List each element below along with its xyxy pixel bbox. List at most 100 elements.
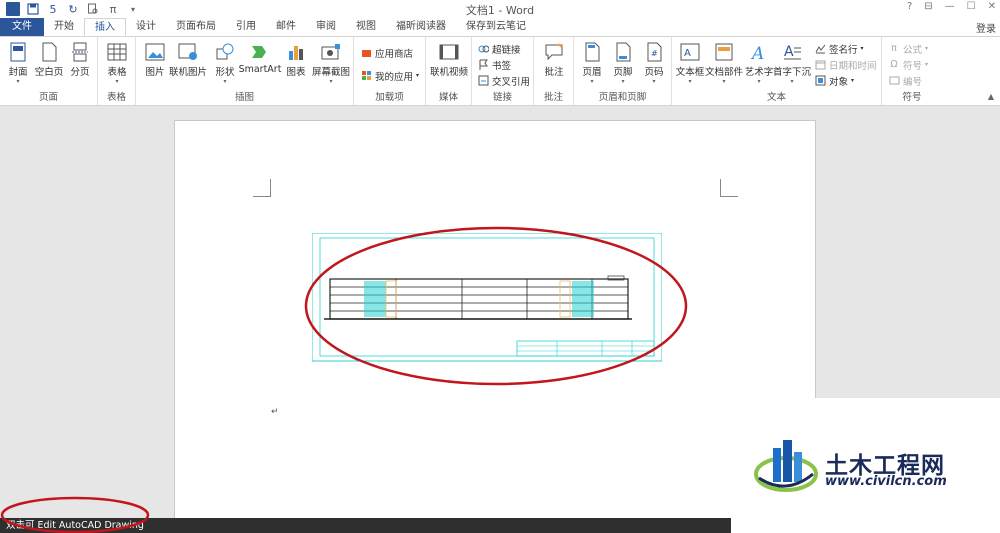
bookmark-icon xyxy=(477,59,489,71)
ribbon: 封面 ▾ 空白页 分页 页面 表格 ▾ 表格 图片 联机图片 形状 ▾ Smar… xyxy=(0,36,1000,106)
online-video-button[interactable]: 联机视频 xyxy=(430,41,468,78)
shapes-button[interactable]: 形状 ▾ xyxy=(210,41,240,85)
calendar-icon xyxy=(814,59,826,71)
word-logo-icon: W xyxy=(6,2,20,16)
date-time-button[interactable]: 日期和时间 xyxy=(814,57,877,72)
cross-reference-icon xyxy=(477,75,489,87)
bookmark-button[interactable]: 书签 xyxy=(477,57,511,72)
online-picture-button[interactable]: 联机图片 xyxy=(169,41,207,78)
group-addins: 应用商店 我的应用 ▾ 加载项 xyxy=(354,37,426,105)
print-preview-icon[interactable] xyxy=(86,2,100,16)
textbox-icon: A xyxy=(680,41,700,63)
omega-icon: Ω xyxy=(890,59,898,70)
ribbon-display-button[interactable]: ⊟ xyxy=(924,1,932,12)
header-icon xyxy=(582,41,602,63)
tab-insert[interactable]: 插入 xyxy=(84,18,126,36)
group-pages: 封面 ▾ 空白页 分页 页面 xyxy=(0,37,98,105)
smartart-button[interactable]: SmartArt xyxy=(239,41,281,75)
svg-text:A: A xyxy=(684,48,691,59)
app-store-button[interactable]: 应用商店 xyxy=(360,45,413,60)
paragraph-mark: ↵ xyxy=(271,407,279,417)
tab-foxit-reader[interactable]: 福昕阅读器 xyxy=(386,18,456,36)
footer-icon xyxy=(613,41,633,63)
my-apps-button[interactable]: 我的应用 ▾ xyxy=(360,68,419,83)
tab-view[interactable]: 视图 xyxy=(346,18,386,36)
tab-save-cloud-note[interactable]: 保存到云笔记 xyxy=(456,18,536,36)
tab-review[interactable]: 审阅 xyxy=(306,18,346,36)
page-break-button[interactable]: 分页 xyxy=(65,41,95,78)
tab-layout[interactable]: 页面布局 xyxy=(166,18,226,36)
quick-access-toolbar: W 5 ↻ π ▾ xyxy=(0,2,140,16)
screenshot-button[interactable]: 屏幕截图 ▾ xyxy=(312,41,350,85)
group-label-links: 链接 xyxy=(492,92,512,103)
smartart-icon xyxy=(250,41,270,63)
collapse-ribbon-icon[interactable]: ▲ xyxy=(988,92,994,101)
footer-button[interactable]: 页脚 ▾ xyxy=(608,41,638,85)
save-icon[interactable] xyxy=(26,2,40,16)
close-button[interactable]: ✕ xyxy=(988,1,996,12)
page-number-button[interactable]: # 页码 ▾ xyxy=(639,41,669,85)
tab-references[interactable]: 引用 xyxy=(226,18,266,36)
watermark-url: www.civilcn.com xyxy=(825,474,947,489)
cover-page-button[interactable]: 封面 ▾ xyxy=(3,41,33,85)
chart-button[interactable]: 图表 xyxy=(281,41,311,78)
customize-icon[interactable]: ▾ xyxy=(126,2,140,16)
equation-icon[interactable]: π xyxy=(106,2,120,16)
chart-icon xyxy=(286,41,306,63)
blank-page-button[interactable]: 空白页 xyxy=(34,41,64,78)
group-tables: 表格 ▾ 表格 xyxy=(98,37,136,105)
object-button[interactable]: 对象 ▾ xyxy=(814,73,854,88)
group-text: A 文本框 ▾ 文档部件 ▾ A 艺术字 ▾ A 首字下沉 ▾ 签名行 ▾ 日期… xyxy=(672,37,882,105)
equation-button[interactable]: π 公式 ▾ xyxy=(888,41,928,56)
picture-button[interactable]: 图片 xyxy=(140,41,170,78)
margin-corner-top-left xyxy=(253,179,271,197)
shapes-icon xyxy=(215,41,235,63)
video-icon xyxy=(439,41,459,63)
group-label-comments: 批注 xyxy=(543,92,563,103)
group-label-pages: 页面 xyxy=(38,92,58,103)
civilcn-logo-icon xyxy=(754,440,818,492)
comment-icon xyxy=(544,41,564,63)
tab-file[interactable]: 文件 xyxy=(0,18,44,36)
hyperlink-icon xyxy=(477,43,489,55)
window-controls: ? ⊟ — ☐ ✕ xyxy=(907,1,996,12)
table-button[interactable]: 表格 ▾ xyxy=(102,41,132,85)
table-icon xyxy=(107,41,127,63)
group-label-tables: 表格 xyxy=(106,92,126,103)
screenshot-icon xyxy=(321,41,341,63)
title-bar: W 5 ↻ π ▾ 文档1 - Word ? ⊟ — ☐ ✕ xyxy=(0,0,1000,18)
undo-icon[interactable]: 5 xyxy=(46,2,60,16)
document-page[interactable]: ↵ xyxy=(174,120,816,520)
tab-mailings[interactable]: 邮件 xyxy=(266,18,306,36)
online-picture-icon xyxy=(178,41,198,63)
ribbon-tabs: 文件 开始 插入 设计 页面布局 引用 邮件 审阅 视图 福昕阅读器 保存到云笔… xyxy=(0,18,1000,36)
login-link[interactable]: 登录 xyxy=(976,20,996,35)
store-icon xyxy=(360,47,372,59)
hyperlink-button[interactable]: 超链接 xyxy=(477,41,521,56)
number-button[interactable]: 编号 xyxy=(888,73,922,88)
redo-icon[interactable]: ↻ xyxy=(66,2,80,16)
symbol-button[interactable]: Ω 符号 ▾ xyxy=(888,57,928,72)
cover-page-icon xyxy=(8,41,28,63)
number-icon xyxy=(888,75,900,87)
help-button[interactable]: ? xyxy=(907,1,912,12)
tab-design[interactable]: 设计 xyxy=(126,18,166,36)
minimize-button[interactable]: — xyxy=(945,1,955,12)
group-header-footer: 页眉 ▾ 页脚 ▾ # 页码 ▾ 页眉和页脚 xyxy=(574,37,672,105)
quick-parts-button[interactable]: 文档部件 ▾ xyxy=(705,41,743,85)
svg-text:A: A xyxy=(750,44,764,61)
object-icon xyxy=(814,75,826,87)
maximize-button[interactable]: ☐ xyxy=(967,1,976,12)
signature-line-button[interactable]: 签名行 ▾ xyxy=(814,41,864,56)
wordart-button[interactable]: A 艺术字 ▾ xyxy=(744,41,774,85)
quick-parts-icon xyxy=(714,41,734,63)
annotation-ellipse-status xyxy=(0,496,150,533)
group-label-addins: 加载项 xyxy=(375,92,404,103)
header-button[interactable]: 页眉 ▾ xyxy=(577,41,607,85)
cross-reference-button[interactable]: 交叉引用 xyxy=(477,73,530,88)
group-label-text: 文本 xyxy=(766,92,786,103)
dropcap-button[interactable]: A 首字下沉 ▾ xyxy=(773,41,811,85)
textbox-button[interactable]: A 文本框 ▾ xyxy=(675,41,705,85)
tab-home[interactable]: 开始 xyxy=(44,18,84,36)
comment-button[interactable]: 批注 xyxy=(539,41,569,78)
